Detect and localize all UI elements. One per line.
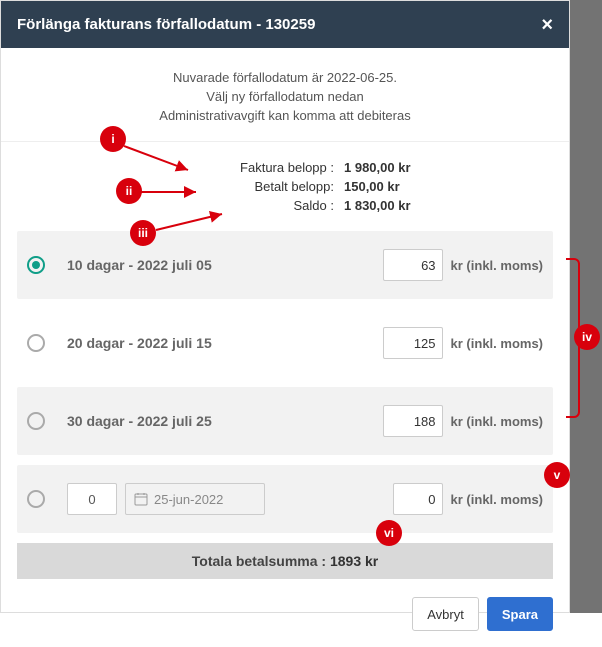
total-label: Totala betalsumma : [192,553,326,569]
radio-option-2[interactable] [27,334,45,352]
intro-block: Nuvarade förfallodatum är 2022-06-25. Vä… [1,48,569,142]
modal-title: Förlänga fakturans förfallodatum - 13025… [17,16,315,33]
option-row-custom[interactable]: 25-jun-2022 kr (inkl. moms) [17,465,553,533]
intro-line-1: Nuvarade förfallodatum är 2022-06-25. [21,70,549,85]
options-list: 10 dagar - 2022 juli 05 kr (inkl. moms) … [1,231,569,533]
cancel-button[interactable]: Avbryt [412,597,479,631]
option-1-label: 10 dagar - 2022 juli 05 [67,257,383,273]
titlebar: Förlänga fakturans förfallodatum - 13025… [1,1,569,48]
total-value: 1893 kr [330,553,378,569]
calendar-icon [134,492,148,506]
custom-date-input[interactable]: 25-jun-2022 [125,483,265,515]
option-3-fee-input[interactable] [383,405,443,437]
annotation-badge-v: v [544,462,570,488]
paid-amount-value: 150,00 kr [340,179,440,194]
annotation-badge-vi: vi [376,520,402,546]
close-icon[interactable]: × [541,15,553,35]
radio-option-custom[interactable] [27,490,45,508]
annotation-badge-i: i [100,126,126,152]
option-row-2[interactable]: 20 dagar - 2022 juli 15 kr (inkl. moms) [17,309,553,377]
invoice-amount-value: 1 980,00 kr [340,160,440,175]
option-2-fee-input[interactable] [383,327,443,359]
balance-value: 1 830,00 kr [340,198,440,213]
save-button[interactable]: Spara [487,597,553,631]
radio-option-1[interactable] [27,256,45,274]
option-3-label: 30 dagar - 2022 juli 25 [67,413,383,429]
option-3-suffix: kr (inkl. moms) [451,414,543,429]
option-2-suffix: kr (inkl. moms) [451,336,543,351]
modal: Förlänga fakturans förfallodatum - 13025… [0,0,570,613]
annotation-badge-iii: iii [130,220,156,246]
radio-option-3[interactable] [27,412,45,430]
amounts-block: Faktura belopp : 1 980,00 kr Betalt belo… [1,142,569,231]
custom-suffix: kr (inkl. moms) [451,492,543,507]
annotation-badge-ii: ii [116,178,142,204]
invoice-amount-label: Faktura belopp : [130,160,340,175]
paid-amount-label: Betalt belopp: [130,179,340,194]
option-2-label: 20 dagar - 2022 juli 15 [67,335,383,351]
total-bar: Totala betalsumma : 1893 kr [17,543,553,579]
option-row-3[interactable]: 30 dagar - 2022 juli 25 kr (inkl. moms) [17,387,553,455]
annotation-badge-iv: iv [574,324,600,350]
button-row: Avbryt Spara [1,597,569,647]
balance-label: Saldo : [130,198,340,213]
custom-date-value: 25-jun-2022 [154,492,223,507]
option-1-suffix: kr (inkl. moms) [451,258,543,273]
intro-line-2: Välj ny förfallodatum nedan [21,89,549,104]
option-1-fee-input[interactable] [383,249,443,281]
option-row-1[interactable]: 10 dagar - 2022 juli 05 kr (inkl. moms) [17,231,553,299]
custom-fee-input[interactable] [393,483,443,515]
intro-line-3: Administrativavgift kan komma att debite… [21,108,549,123]
backdrop-shade [570,0,602,613]
custom-days-input[interactable] [67,483,117,515]
